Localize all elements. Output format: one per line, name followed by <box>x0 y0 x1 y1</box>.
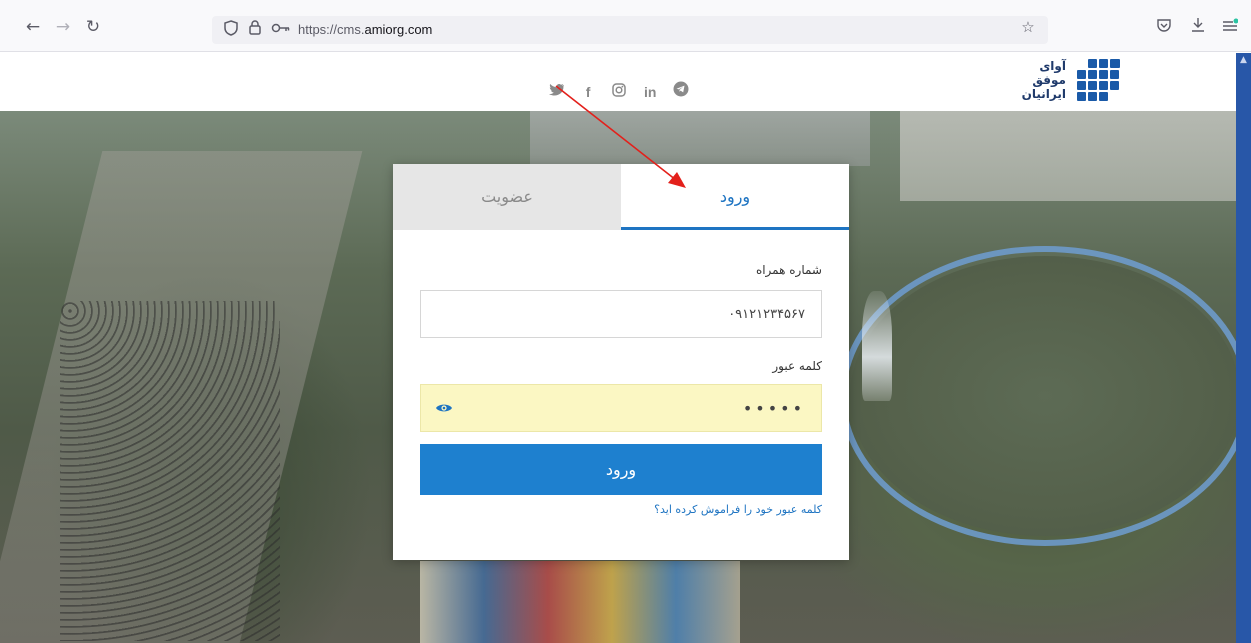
url-prefix: https://cms. <box>298 22 365 37</box>
eye-icon[interactable] <box>434 400 454 420</box>
logo-line-3: ایرانیان <box>1021 87 1066 101</box>
site-header: f in آوای موفق ایرانیان <box>0 53 1236 111</box>
logo-line-1: آوای <box>1039 59 1066 73</box>
url-bar[interactable]: https://cms.amiorg.com <box>212 16 1048 44</box>
site-logo[interactable]: آوای موفق ایرانیان <box>1018 55 1128 107</box>
auth-tabs: عضویت ورود <box>393 164 849 230</box>
logo-line-2: موفق <box>1032 73 1066 87</box>
reload-icon[interactable]: ↻ <box>82 16 104 38</box>
scroll-up-icon[interactable]: ▲ <box>1238 55 1249 65</box>
linkedin-icon[interactable]: in <box>639 82 661 102</box>
hero-roofs-center <box>530 111 870 166</box>
twitter-icon[interactable] <box>546 82 568 102</box>
logo-text: آوای موفق ایرانیان <box>1006 59 1066 101</box>
page-scrollbar[interactable]: ▲ <box>1236 53 1251 643</box>
key-icon[interactable] <box>270 20 292 40</box>
download-icon[interactable] <box>1187 16 1209 38</box>
phone-input[interactable] <box>420 290 822 338</box>
hero-booths <box>420 561 740 643</box>
hero-pool <box>850 256 1236 536</box>
forward-icon[interactable]: → <box>52 16 74 38</box>
menu-icon[interactable] <box>1219 16 1241 38</box>
hero-fountain <box>862 291 892 401</box>
star-icon[interactable]: ☆ <box>1017 16 1039 38</box>
lock-icon[interactable] <box>246 20 264 40</box>
pocket-icon[interactable] <box>1153 16 1175 38</box>
forgot-password-link[interactable]: کلمه عبور خود را فراموش کرده اید؟ <box>654 503 822 516</box>
password-input[interactable] <box>420 384 822 432</box>
tab-login[interactable]: ورود <box>621 164 849 230</box>
hero-crowd <box>60 301 280 641</box>
telegram-icon[interactable] <box>670 81 692 101</box>
login-card: عضویت ورود شماره همراه کلمه عبور ورود کل… <box>393 164 849 560</box>
url-host: amiorg.com <box>364 22 433 37</box>
social-links: f in <box>546 81 696 101</box>
logo-mark-icon <box>1074 59 1120 103</box>
login-button[interactable]: ورود <box>420 444 822 495</box>
facebook-icon[interactable]: f <box>577 82 599 102</box>
back-icon[interactable]: ← <box>22 16 44 38</box>
url-text[interactable]: https://cms.amiorg.com <box>298 22 432 37</box>
instagram-icon[interactable] <box>608 82 630 102</box>
phone-label: شماره همراه <box>755 263 822 277</box>
hero-roofs-right <box>900 111 1236 201</box>
shield-icon[interactable] <box>222 20 240 40</box>
browser-toolbar: ← → ↻ https://cms.amiorg.com ☆ <box>0 0 1251 52</box>
password-label: کلمه عبور <box>772 359 822 373</box>
tab-register[interactable]: عضویت <box>393 164 621 230</box>
